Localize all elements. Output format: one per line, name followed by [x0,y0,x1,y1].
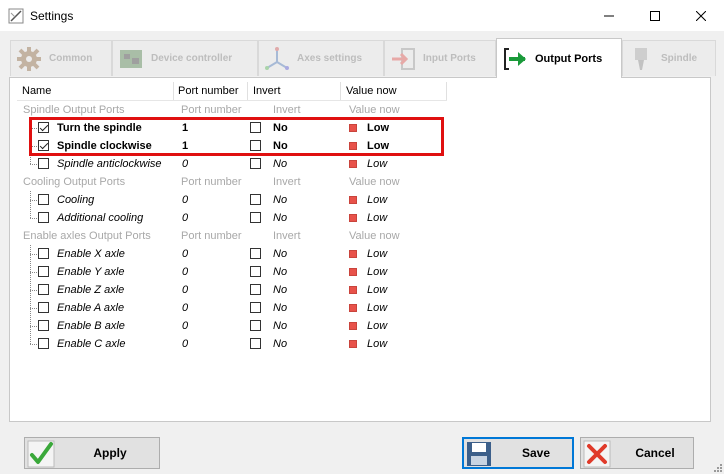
table-row[interactable]: Enable Y axle 0 No Low [17,263,447,281]
table-row[interactable]: Enable Z axle 0 No Low [17,281,447,299]
close-icon [696,10,706,21]
invert-checkbox[interactable] [250,320,261,331]
table-row[interactable]: Enable B axle 0 No Low [17,317,447,335]
maximize-button[interactable] [632,0,678,31]
column-header-value-now[interactable]: Value now [346,85,397,97]
status-led [349,322,357,330]
apply-button[interactable]: Apply [24,437,160,469]
highlight-box [29,117,444,156]
status-led [349,304,357,312]
table-row[interactable]: Spindle anticlockwise 0 No Low [17,155,447,173]
save-button[interactable]: Save [462,437,574,469]
column-header-invert[interactable]: Invert [253,85,281,97]
cancel-x-icon [583,440,611,468]
status-led [349,160,357,168]
enable-checkbox[interactable] [38,158,49,169]
circuit-board-icon [117,45,145,73]
table-row[interactable]: Cooling 0 No Low [17,191,447,209]
close-button[interactable] [678,0,724,31]
enable-checkbox[interactable] [38,338,49,349]
invert-checkbox[interactable] [250,338,261,349]
invert-checkbox[interactable] [250,194,261,205]
enable-checkbox[interactable] [38,194,49,205]
gear-icon [15,45,43,73]
status-led [349,268,357,276]
table-row[interactable]: Enable X axle 0 No Low [17,245,447,263]
group-row-enable-axles: Enable axles Output Ports Port number In… [23,230,400,242]
tab-label: Device controller [151,53,233,64]
enable-checkbox[interactable] [38,284,49,295]
table-row[interactable]: Enable A axle 0 No Low [17,299,447,317]
tab-device-controller[interactable]: Device controller [112,40,258,76]
invert-checkbox[interactable] [250,248,261,259]
title-bar: Settings [0,0,724,31]
enable-checkbox[interactable] [38,320,49,331]
app-icon [8,8,24,24]
enable-checkbox[interactable] [38,212,49,223]
invert-checkbox[interactable] [250,302,261,313]
invert-checkbox[interactable] [250,158,261,169]
resize-grip-icon[interactable] [712,462,722,472]
enable-checkbox[interactable] [38,302,49,313]
floppy-disk-icon [467,442,491,466]
cancel-button[interactable]: Cancel [580,437,694,469]
tab-axes-settings[interactable]: Axes settings [258,40,384,76]
enable-checkbox[interactable] [38,248,49,259]
tab-input-ports[interactable]: Input Ports [384,40,496,76]
invert-checkbox[interactable] [250,212,261,223]
column-header-name[interactable]: Name [22,85,51,97]
invert-checkbox[interactable] [250,284,261,295]
table-row[interactable]: Enable C axle 0 No Low [17,335,447,353]
grid-header: Name Port number Invert Value now [17,82,447,101]
tab-common[interactable]: Common [10,40,112,76]
window-title: Settings [30,9,74,23]
status-led [349,286,357,294]
tab-spindle[interactable]: Spindle [622,40,716,76]
tab-label: Spindle [661,53,698,64]
maximize-icon [650,10,660,21]
spindle-icon [627,45,655,73]
status-led [349,196,357,204]
minimize-button[interactable] [586,0,632,31]
axes-icon [263,45,291,73]
table-row[interactable]: Additional cooling 0 No Low [17,209,447,227]
tab-label: Input Ports [423,53,476,64]
status-led [349,250,357,258]
minimize-icon [604,15,614,16]
status-led [349,214,357,222]
invert-checkbox[interactable] [250,266,261,277]
status-led [349,340,357,348]
checkmark-icon [27,440,55,468]
output-port-icon [501,45,529,73]
tab-label: Output Ports [535,52,603,65]
column-header-port-number[interactable]: Port number [178,85,239,97]
tab-label: Common [49,53,93,64]
tab-label: Axes settings [297,53,363,64]
input-port-icon [389,45,417,73]
enable-checkbox[interactable] [38,266,49,277]
tab-strip: Common Device controller Axes settings I… [0,38,724,78]
group-row-cooling: Cooling Output Ports Port number Invert … [23,176,400,188]
tab-output-ports[interactable]: Output Ports [496,38,622,78]
